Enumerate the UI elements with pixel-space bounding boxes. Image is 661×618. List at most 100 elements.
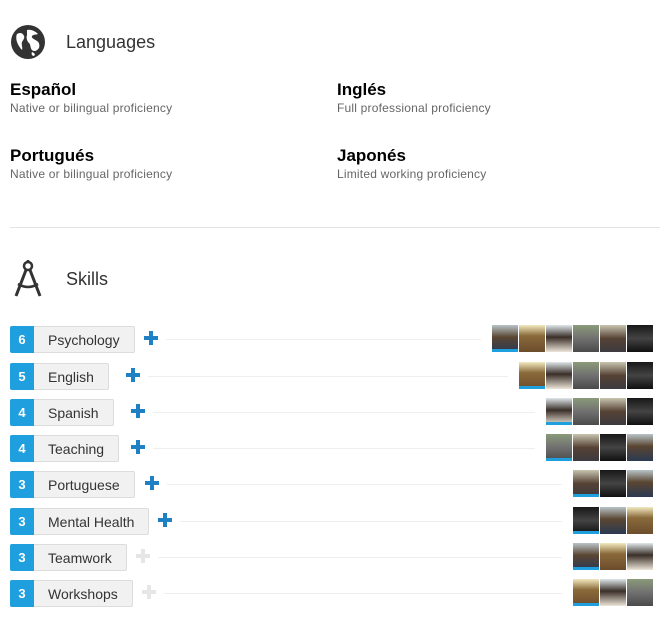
skill-row-line (180, 521, 562, 522)
language-name: Japonés (337, 146, 406, 165)
endorser-avatar[interactable] (573, 579, 599, 606)
endorsement-count[interactable]: 3 (10, 471, 34, 498)
skill-pill[interactable]: 4 Teaching (10, 435, 120, 462)
section-divider (10, 227, 660, 228)
skill-row: 3 Portuguese (10, 470, 653, 498)
language-item: Portugués Native or bilingual proficienc… (10, 146, 310, 182)
endorser-avatar[interactable] (627, 507, 653, 534)
plus-icon (136, 549, 150, 563)
language-proficiency: Native or bilingual proficiency (10, 167, 173, 181)
languages-title: Languages (66, 31, 156, 52)
plus-icon (142, 585, 156, 599)
endorser-avatars (573, 507, 653, 534)
skill-row: 3 Teamwork (10, 543, 653, 571)
skill-row-line (153, 412, 535, 413)
skill-name[interactable]: Portuguese (34, 471, 135, 498)
skill-name[interactable]: Teamwork (34, 544, 127, 571)
compass-icon (10, 260, 46, 298)
endorser-avatar[interactable] (573, 470, 599, 497)
endorser-avatar[interactable] (600, 470, 626, 497)
endorser-avatar[interactable] (573, 398, 599, 425)
skill-pill[interactable]: 3 Teamwork (10, 544, 127, 571)
skill-row: 3 Workshops (10, 579, 653, 607)
endorser-avatar[interactable] (546, 398, 572, 425)
skill-name[interactable]: Teaching (34, 435, 120, 462)
skill-name[interactable]: Psychology (34, 326, 135, 353)
skill-pill[interactable]: 3 Mental Health (10, 508, 150, 535)
endorser-avatar[interactable] (600, 325, 626, 352)
endorser-avatar[interactable] (627, 325, 653, 352)
skill-pill[interactable]: 5 English (10, 363, 109, 390)
skill-row: 4 Teaching (10, 434, 653, 462)
language-proficiency: Full professional proficiency (337, 101, 491, 115)
endorser-avatar[interactable] (546, 325, 572, 352)
language-item: Español Native or bilingual proficiency (10, 80, 310, 116)
skill-name[interactable]: Workshops (34, 580, 133, 607)
skill-pill[interactable]: 3 Workshops (10, 580, 133, 607)
endorsement-count[interactable]: 3 (10, 544, 34, 571)
endorser-avatar[interactable] (627, 543, 653, 570)
endorser-avatars (573, 470, 653, 497)
skill-name[interactable]: Mental Health (34, 508, 150, 535)
skill-row: 6 Psychology (10, 325, 653, 353)
endorser-avatars (573, 543, 653, 570)
skill-pill[interactable]: 4 Spanish (10, 399, 114, 426)
endorser-avatar[interactable] (600, 434, 626, 461)
language-proficiency: Native or bilingual proficiency (10, 101, 173, 115)
endorser-avatar[interactable] (573, 325, 599, 352)
endorsement-count[interactable]: 3 (10, 508, 34, 535)
endorser-avatars (519, 362, 653, 389)
endorser-avatar[interactable] (600, 362, 626, 389)
skill-row: 4 Spanish (10, 398, 653, 426)
endorser-avatar[interactable] (573, 434, 599, 461)
skill-row-line (164, 593, 562, 594)
skill-pill[interactable]: 3 Portuguese (10, 471, 135, 498)
endorser-avatar[interactable] (546, 434, 572, 461)
skill-row: 5 English (10, 362, 653, 390)
endorser-avatar[interactable] (573, 362, 599, 389)
language-item: Japonés Limited working proficiency (337, 146, 637, 182)
endorser-avatar[interactable] (546, 362, 572, 389)
endorser-avatar[interactable] (573, 543, 599, 570)
plus-icon[interactable] (158, 513, 172, 527)
endorser-avatars (573, 579, 653, 606)
endorsement-count[interactable]: 3 (10, 580, 34, 607)
skill-row-line (166, 339, 481, 340)
language-name: Portugués (10, 146, 95, 165)
endorser-avatar[interactable] (519, 362, 545, 389)
endorser-avatar[interactable] (600, 543, 626, 570)
endorsement-count[interactable]: 4 (10, 435, 34, 462)
endorser-avatar[interactable] (600, 507, 626, 534)
skill-row-line (158, 557, 562, 558)
endorser-avatar[interactable] (627, 579, 653, 606)
endorser-avatars (492, 325, 653, 352)
endorsement-count[interactable]: 6 (10, 326, 34, 353)
endorsement-count[interactable]: 4 (10, 399, 34, 426)
endorser-avatar[interactable] (600, 579, 626, 606)
endorsement-count[interactable]: 5 (10, 363, 34, 390)
plus-icon[interactable] (145, 476, 159, 490)
skills-header: Skills (10, 260, 108, 298)
language-proficiency: Limited working proficiency (337, 167, 487, 181)
endorser-avatar[interactable] (627, 362, 653, 389)
skill-pill[interactable]: 6 Psychology (10, 326, 135, 353)
endorser-avatar[interactable] (519, 325, 545, 352)
skill-name[interactable]: English (34, 363, 109, 390)
endorser-avatars (546, 398, 653, 425)
skill-row-line (148, 376, 508, 377)
languages-header: Languages (10, 24, 155, 60)
plus-icon[interactable] (126, 368, 140, 382)
skill-row-line (153, 448, 535, 449)
endorser-avatar[interactable] (492, 325, 518, 352)
plus-icon[interactable] (144, 331, 158, 345)
endorser-avatar[interactable] (573, 507, 599, 534)
endorser-avatar[interactable] (627, 434, 653, 461)
globe-icon (10, 24, 46, 60)
skills-title: Skills (66, 268, 109, 289)
endorser-avatar[interactable] (600, 398, 626, 425)
plus-icon[interactable] (131, 440, 145, 454)
endorser-avatar[interactable] (627, 470, 653, 497)
endorser-avatar[interactable] (627, 398, 653, 425)
skill-name[interactable]: Spanish (34, 399, 114, 426)
plus-icon[interactable] (131, 404, 145, 418)
